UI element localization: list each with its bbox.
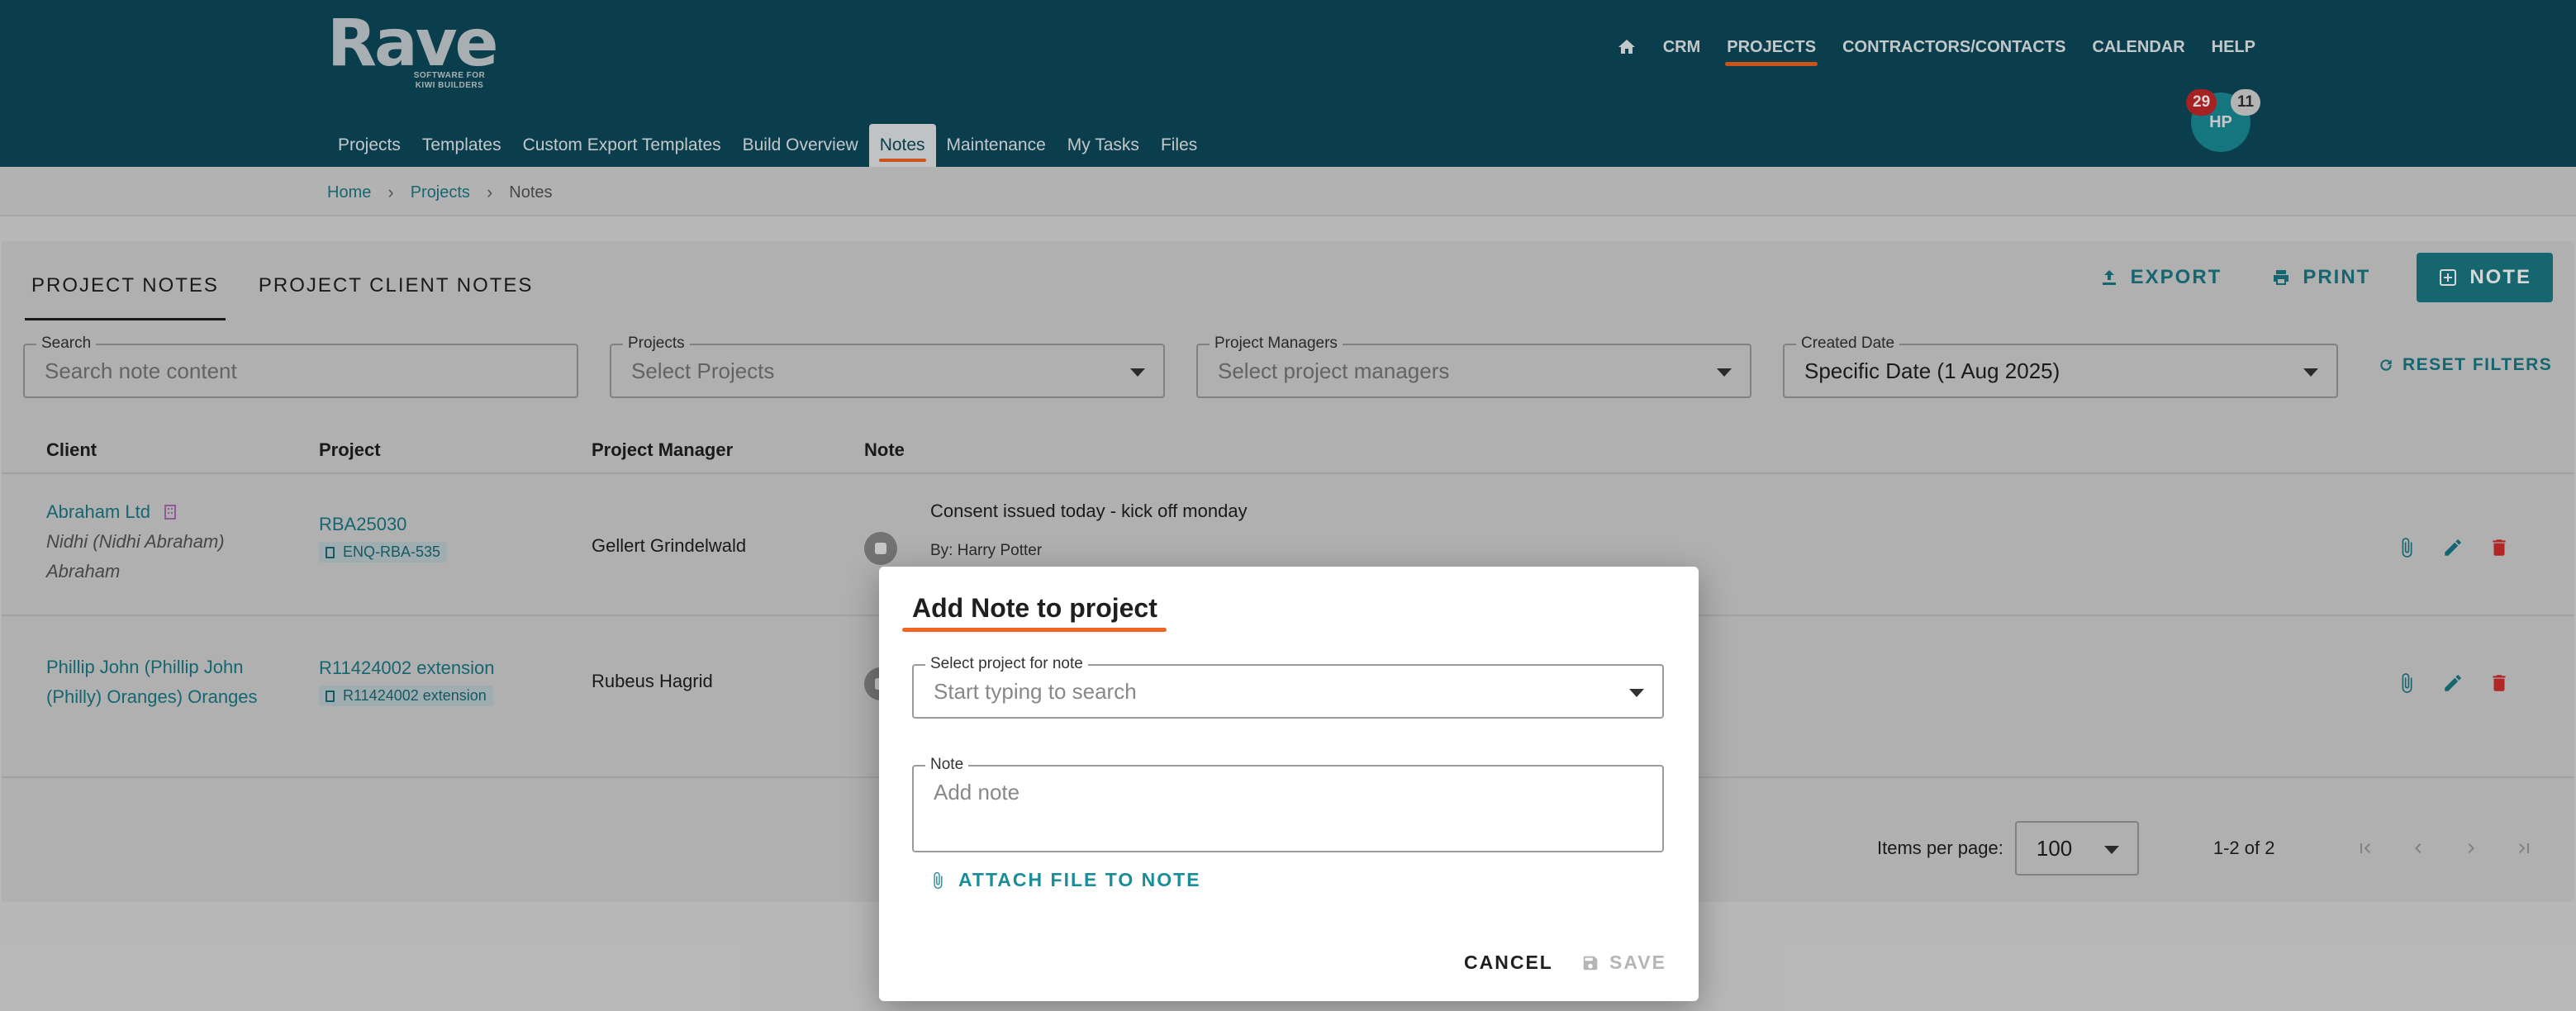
cancel-button[interactable]: CANCEL [1464,952,1553,974]
chevron-down-icon [1629,689,1644,697]
cancel-label: CANCEL [1464,952,1553,973]
attach-file-label: ATTACH FILE TO NOTE [958,869,1201,890]
project-for-note-select[interactable]: Select project for note Start typing to … [912,654,1664,719]
save-button[interactable]: SAVE [1581,952,1666,974]
save-label: SAVE [1609,952,1666,973]
note-input[interactable]: Add note [934,780,1019,805]
note-textarea[interactable]: Note Add note [912,755,1664,852]
project-for-note-label: Select project for note [925,654,1088,674]
add-note-dialog: Add Note to project Select project for n… [879,567,1699,1001]
attach-icon [934,871,943,889]
dialog-title: Add Note to project [912,593,1157,623]
project-for-note-input[interactable]: Start typing to search [934,679,1137,705]
save-icon [1583,956,1598,970]
dialog-title-underline [902,628,1167,632]
note-label: Note [925,755,969,775]
attach-file-button[interactable]: ATTACH FILE TO NOTE [929,869,1201,891]
